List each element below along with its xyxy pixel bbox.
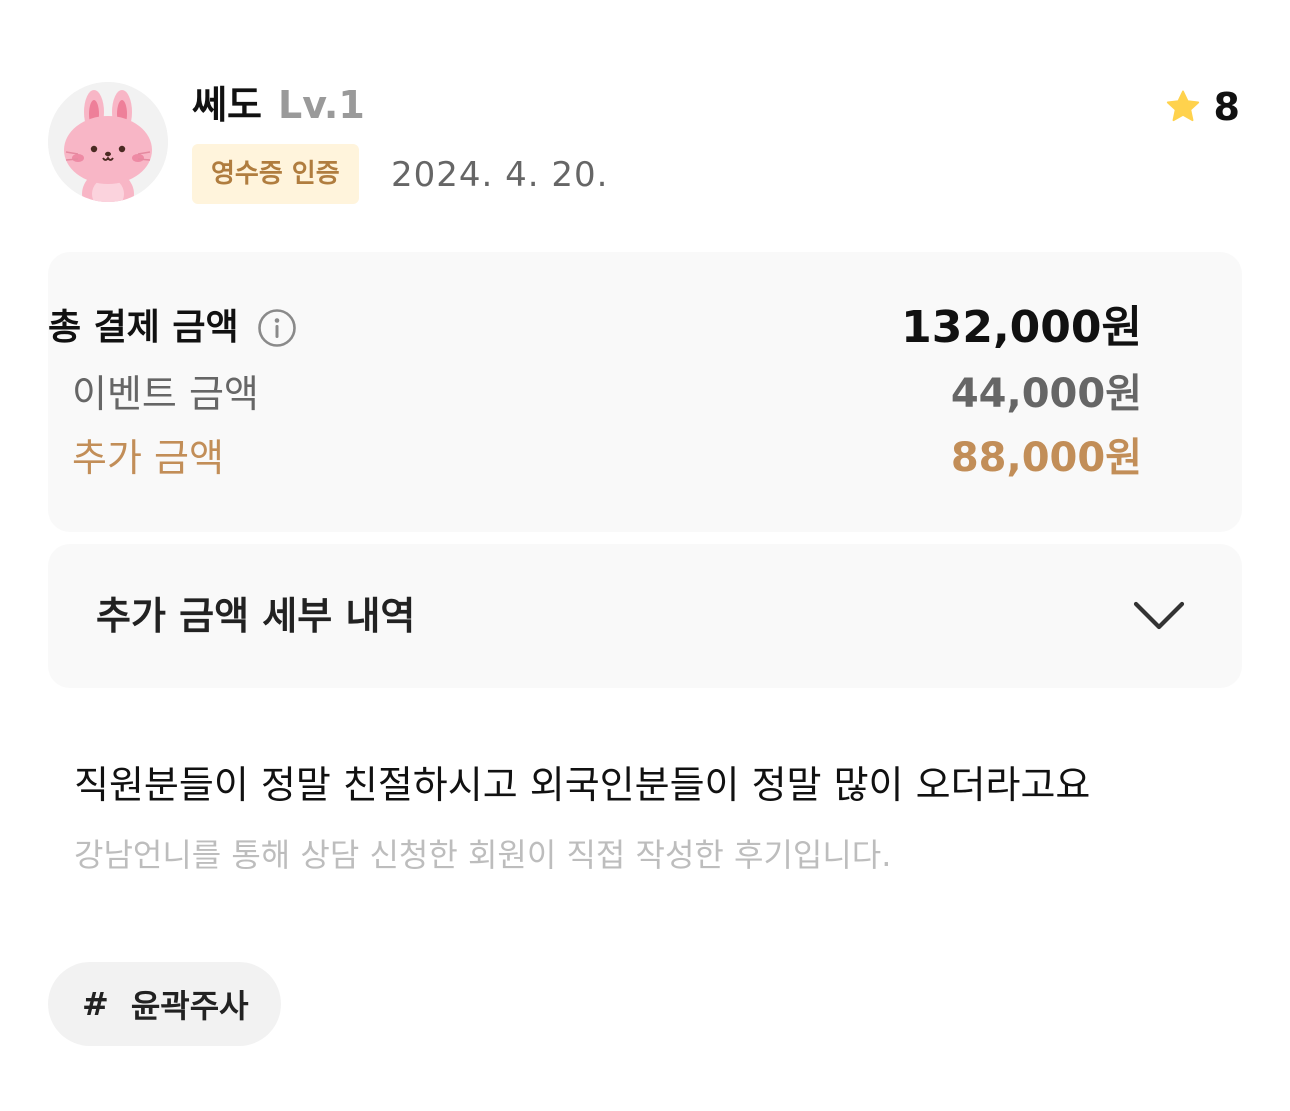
- extra-price-label: 추가 금액: [72, 436, 224, 480]
- total-price-label-wrap: 총 결제 금액: [48, 300, 297, 356]
- receipt-verified-badge: 영수증 인증: [192, 144, 359, 204]
- total-price-label: 총 결제 금액: [48, 307, 239, 348]
- accordion-title: 추가 금액 세부 내역: [96, 594, 416, 638]
- event-price-row: 이벤트 금액 44,000원: [0, 366, 1194, 422]
- tag-label: 윤곽주사: [130, 987, 249, 1025]
- user-avatar[interactable]: [48, 82, 168, 202]
- event-price-label: 이벤트 금액: [72, 372, 259, 416]
- info-icon[interactable]: [257, 308, 297, 348]
- extra-price-details-toggle[interactable]: 추가 금액 세부 내역: [48, 544, 1242, 688]
- review-card: 쎄도 Lv.1 8 영수증 인증 2024. 4. 20. 총 결제 금액 13…: [0, 0, 1290, 1111]
- event-price-value: 44,000원: [950, 371, 1142, 417]
- user-nickname[interactable]: 쎄도: [192, 82, 262, 128]
- chevron-down-icon: [1133, 601, 1185, 630]
- pink-rabbit-avatar-icon: [48, 82, 168, 202]
- tag-chip[interactable]: # 윤곽주사: [48, 962, 281, 1046]
- star-icon: [1166, 90, 1199, 122]
- total-price-row: 총 결제 금액 132,000원: [0, 300, 1194, 356]
- rating-value: 8: [1213, 85, 1240, 129]
- total-price-value: 132,000원: [901, 302, 1142, 353]
- user-level: Lv.1: [278, 83, 365, 127]
- hash-icon: #: [82, 985, 109, 1023]
- extra-price-value: 88,000원: [950, 435, 1142, 481]
- rating: 8: [1164, 84, 1240, 130]
- review-disclaimer: 강남언니를 통해 상담 신청한 회원이 직접 작성한 후기입니다.: [74, 836, 892, 874]
- extra-price-row: 추가 금액 88,000원: [0, 430, 1194, 486]
- review-body: 직원분들이 정말 친절하시고 외국인분들이 정말 많이 오더라고요: [74, 763, 1091, 807]
- review-date: 2024. 4. 20.: [391, 155, 609, 195]
